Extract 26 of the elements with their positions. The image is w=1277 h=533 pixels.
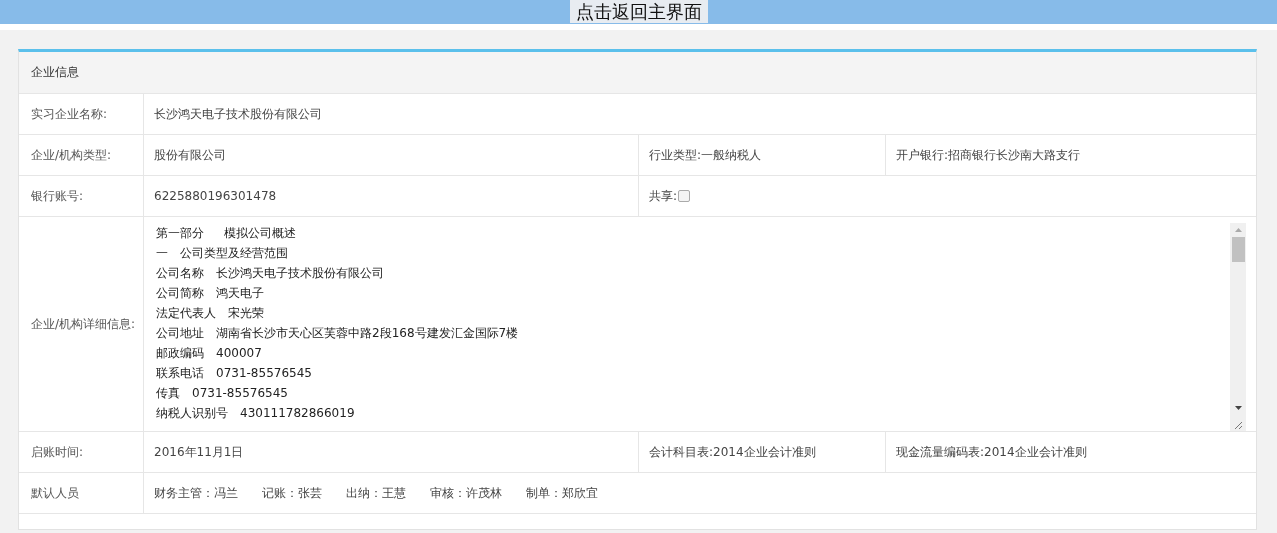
field-label: 企业/机构详细信息: — [19, 217, 144, 431]
panel-title: 企业信息 — [19, 52, 1256, 94]
field-value: 现金流量编码表:2014企业会计准则 — [896, 443, 1087, 461]
field-value: 股份有限公司 — [154, 146, 226, 164]
person-entry: 财务主管：冯兰 — [154, 484, 238, 502]
back-to-main-button[interactable]: 点击返回主界面 — [569, 0, 708, 23]
field-label: 银行账号: — [19, 176, 144, 216]
field-value: 6225880196301478 — [154, 189, 277, 203]
person-entry: 出纳：王慧 — [346, 484, 406, 502]
share-label: 共享: — [649, 187, 678, 205]
field-label: 默认人员 — [19, 473, 144, 513]
field-value: 行业类型:一般纳税人 — [649, 146, 762, 164]
field-value: 2016年11月1日 — [154, 443, 244, 461]
field-label: 启账时间: — [19, 432, 144, 472]
scrollbar[interactable] — [1230, 223, 1246, 431]
field-label: 企业/机构类型: — [19, 135, 144, 175]
field-label: 实习企业名称: — [19, 94, 144, 134]
person-entry: 记账：张芸 — [262, 484, 322, 502]
field-value: 开户银行:招商银行长沙南大路支行 — [896, 146, 1081, 164]
person-entry: 制单：郑欣宜 — [526, 484, 598, 502]
scroll-thumb[interactable] — [1231, 237, 1245, 262]
field-value: 会计科目表:2014企业会计准则 — [649, 443, 816, 461]
share-checkbox[interactable] — [678, 190, 691, 202]
field-value: 长沙鸿天电子技术股份有限公司 — [154, 105, 322, 123]
person-entry: 审核：许茂林 — [430, 484, 502, 502]
details-textarea[interactable]: 第一部分 模拟公司概述 一 公司类型及经营范围 公司名称 长沙鸿天电子技术股份有限公司 公司简称 鸿天电子 法定代表人 宋光荣 公司地址 湖南省长沙市天心区芙蓉中路2段168号建发汇金国际7楼 邮政编码 400007 联系电话 0731-85576545 传真 0731-85576545 纳税人识别号 430111782866019 — [154, 223, 1230, 431]
